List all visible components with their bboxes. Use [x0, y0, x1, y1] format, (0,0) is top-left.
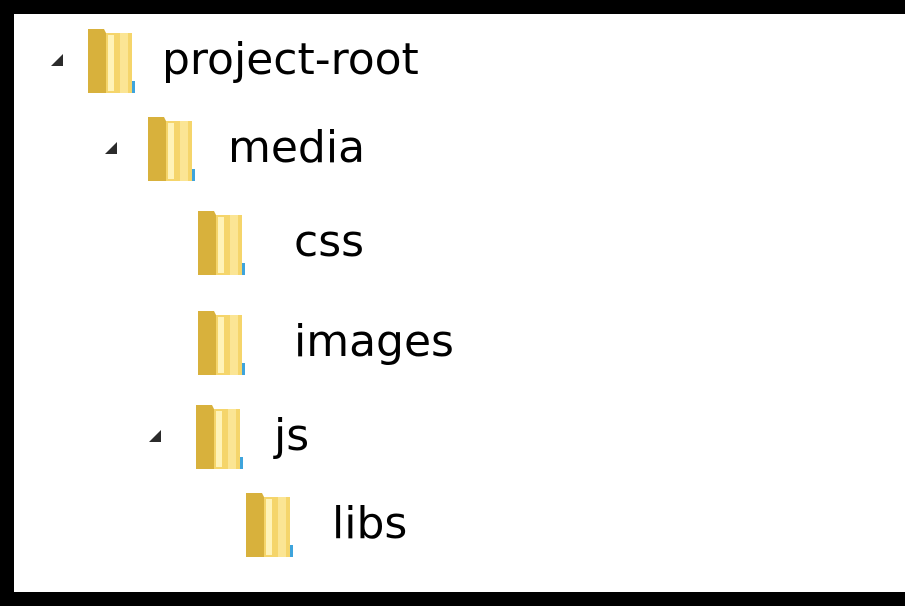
- tree-item-label: project-root: [162, 34, 419, 85]
- tree-item-js[interactable]: js: [144, 396, 309, 476]
- tree-item-label: images: [294, 316, 454, 367]
- tree-item-label: media: [228, 122, 366, 173]
- folder-icon: [144, 111, 204, 185]
- tree-item-css[interactable]: css: [194, 202, 364, 282]
- tree-item-project-root[interactable]: project-root: [46, 20, 419, 100]
- tree-item-label: libs: [332, 498, 408, 549]
- folder-icon: [242, 487, 302, 561]
- tree-item-label: js: [274, 410, 310, 461]
- tree-item-images[interactable]: images: [194, 302, 454, 382]
- folder-icon: [192, 399, 252, 473]
- folder-icon: [84, 23, 144, 97]
- tree-item-label: css: [294, 216, 365, 267]
- folder-tree-panel: project-root media css images js libs: [14, 14, 905, 592]
- folder-icon: [194, 205, 254, 279]
- expanded-arrow-icon[interactable]: [46, 49, 68, 71]
- tree-item-media[interactable]: media: [100, 108, 365, 188]
- expanded-arrow-icon[interactable]: [144, 425, 166, 447]
- expanded-arrow-icon[interactable]: [100, 137, 122, 159]
- tree-item-libs[interactable]: libs: [242, 484, 407, 564]
- folder-icon: [194, 305, 254, 379]
